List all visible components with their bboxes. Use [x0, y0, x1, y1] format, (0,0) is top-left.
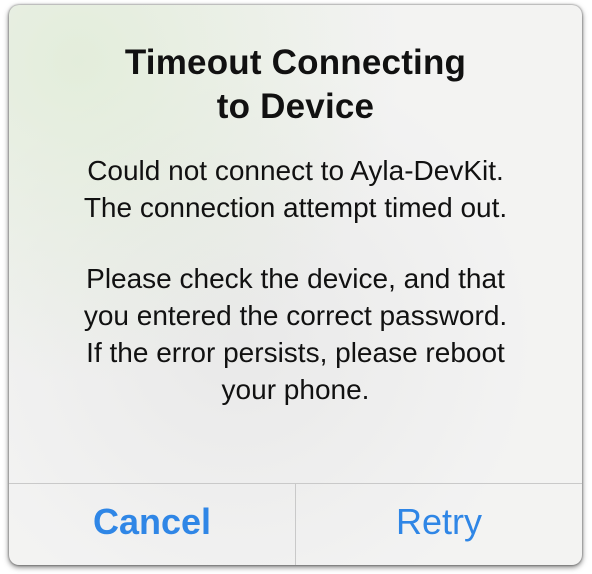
alert-button-row: Cancel Retry: [9, 483, 582, 565]
alert-message-spacer: [9, 226, 582, 260]
alert-message-line: Please check the device, and that: [86, 263, 505, 294]
alert-title-line: to Device: [216, 87, 375, 126]
screen: Timeout Connecting to Device Could not c…: [0, 0, 592, 574]
alert-dialog: Timeout Connecting to Device Could not c…: [9, 5, 582, 565]
alert-content: Timeout Connecting to Device Could not c…: [9, 5, 582, 482]
alert-message-line: The connection attempt timed out.: [83, 192, 508, 223]
alert-message-line: your phone.: [221, 374, 370, 405]
alert-title: Timeout Connecting to Device: [9, 41, 582, 129]
alert-message-line: If the error persists, please reboot: [86, 337, 505, 368]
retry-button[interactable]: Retry: [296, 484, 582, 565]
alert-title-line: Timeout Connecting: [124, 43, 467, 82]
alert-message-line: Could not connect to Ayla-DevKit.: [87, 155, 504, 186]
alert-message: Could not connect to Ayla-DevKit. The co…: [9, 152, 582, 408]
alert-message-line: you entered the correct password.: [83, 300, 508, 331]
cancel-button[interactable]: Cancel: [9, 484, 295, 565]
